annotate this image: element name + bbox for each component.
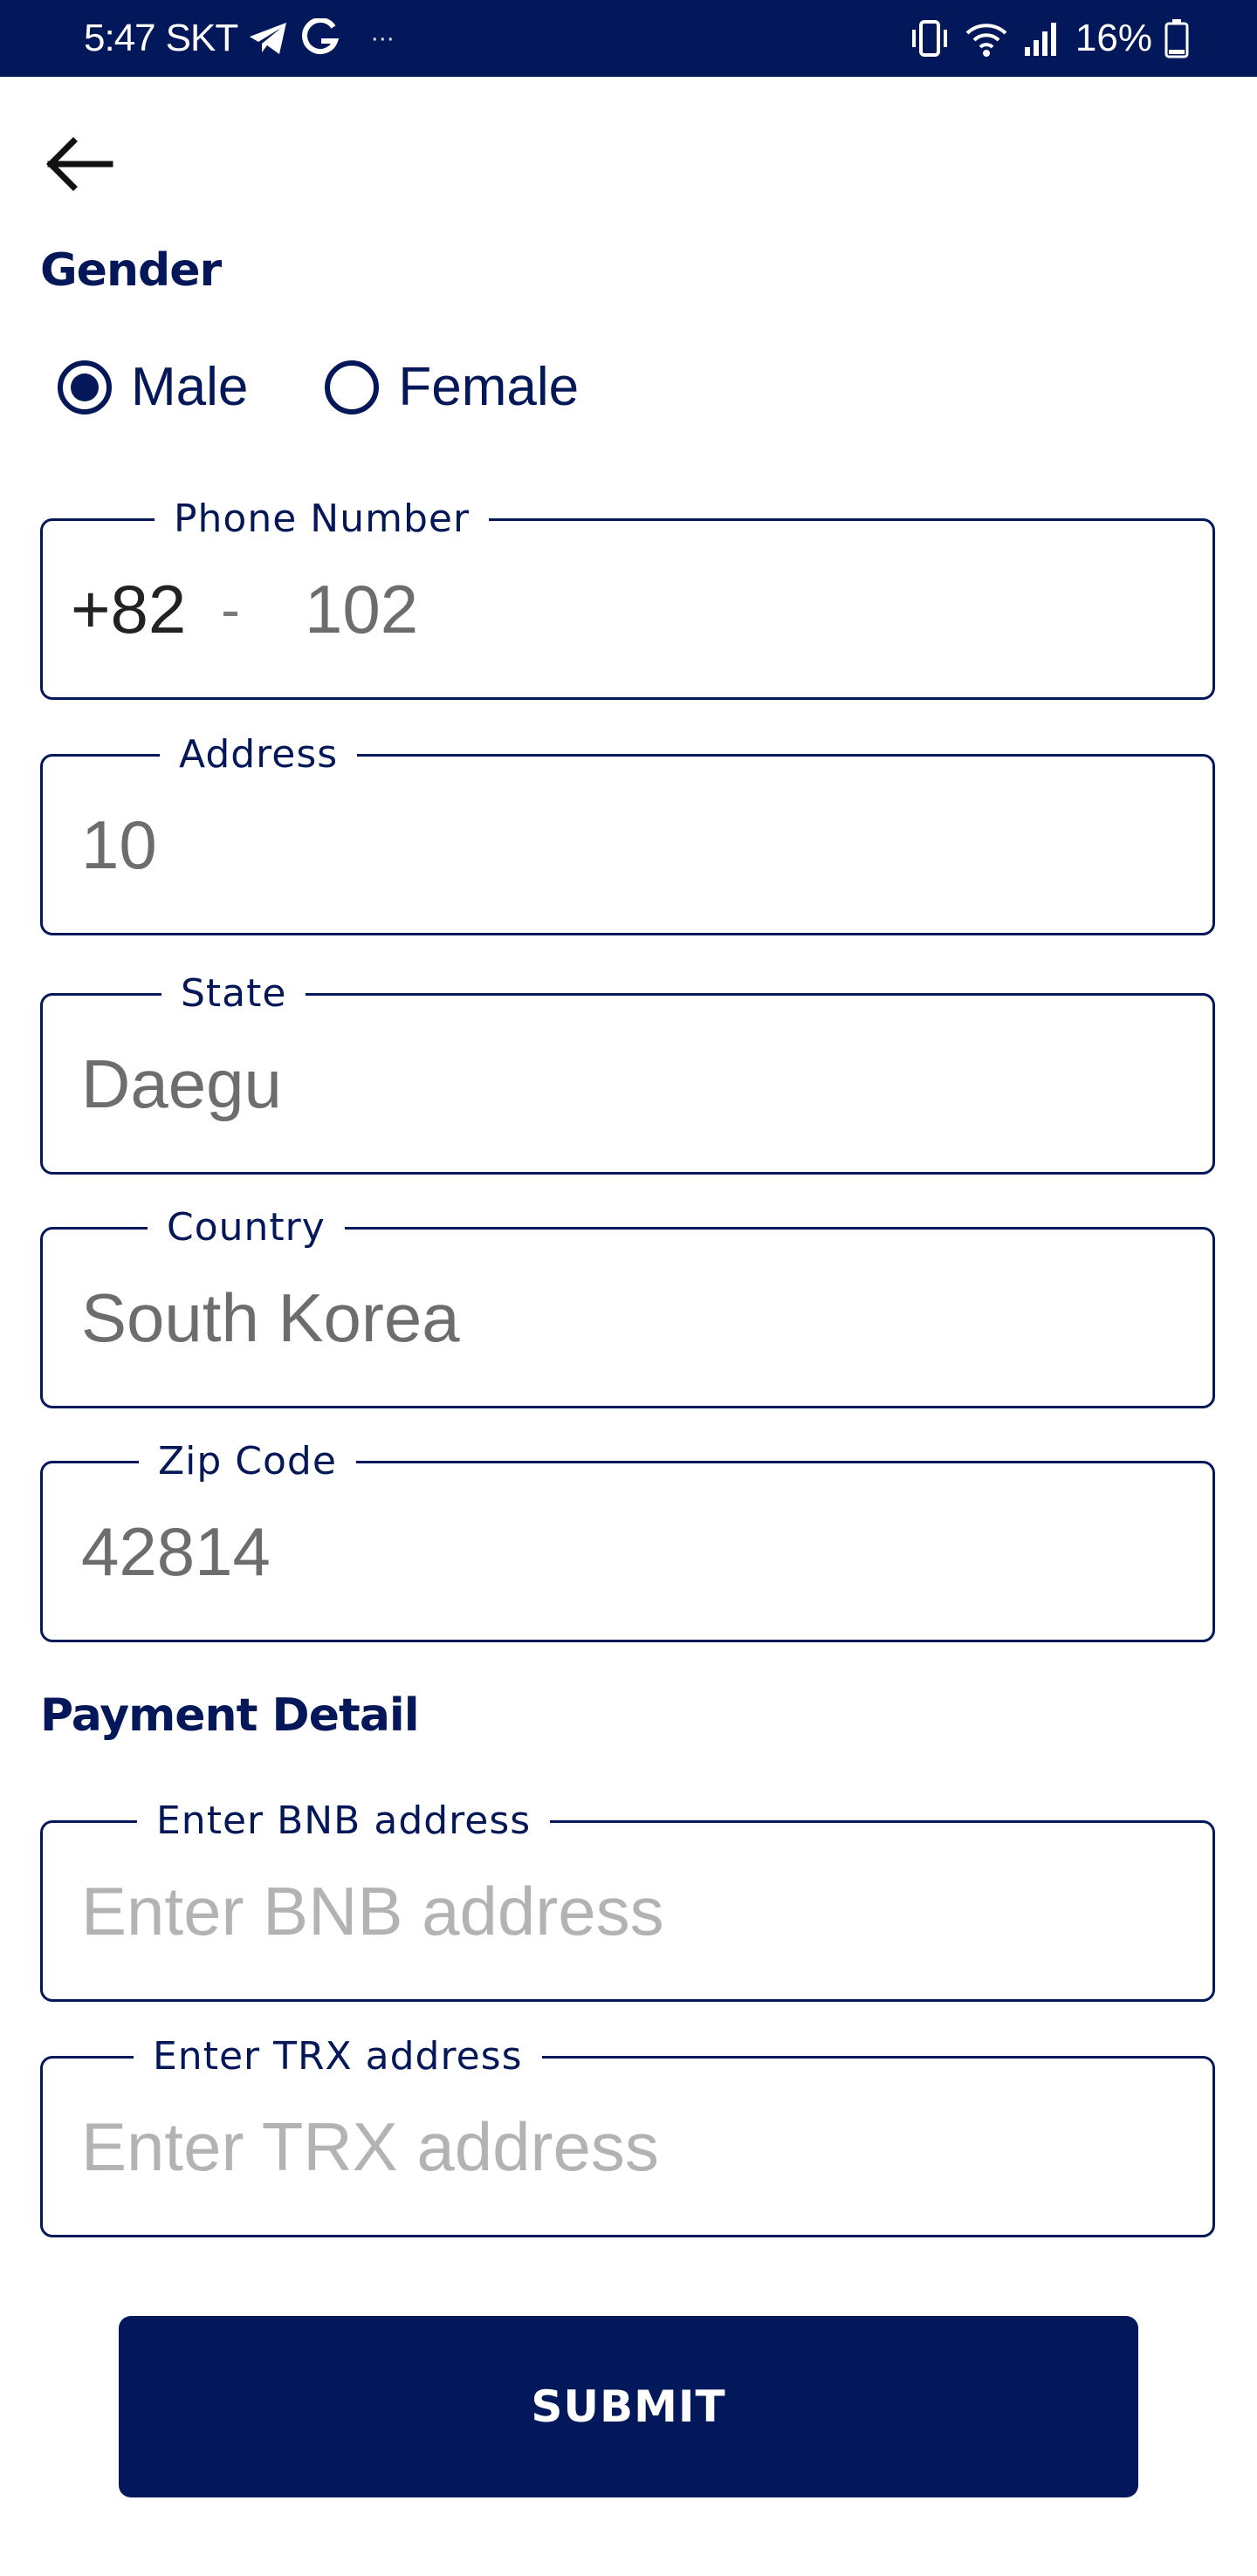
phone-number-value[interactable]: 102 [305, 521, 418, 697]
phone-separator: - [221, 577, 240, 641]
status-right: 16% [908, 0, 1189, 77]
back-button[interactable] [40, 129, 117, 199]
address-label: Address [160, 734, 358, 776]
bnb-address-field[interactable]: Enter BNB address [40, 1800, 1215, 2002]
status-carrier: SKT [165, 17, 239, 59]
gender-option-male[interactable]: Male [58, 356, 248, 418]
trx-address-field[interactable]: Enter TRX address [40, 2036, 1215, 2237]
address-field[interactable]: Address 10 [40, 734, 1215, 935]
zip-code-value[interactable]: 42814 [81, 1463, 271, 1640]
trx-address-input[interactable] [81, 2059, 1172, 2235]
signal-icon [1021, 19, 1063, 58]
bnb-address-input[interactable] [81, 1823, 1172, 1999]
zip-code-field[interactable]: Zip Code 42814 [40, 1441, 1215, 1642]
battery-percent: 16% [1075, 17, 1152, 59]
google-icon [299, 18, 342, 58]
submit-button[interactable]: SUBMIT [119, 2316, 1138, 2497]
arrow-left-icon [46, 137, 113, 191]
state-value[interactable]: Daegu [81, 996, 282, 1172]
status-bar: 5:47 SKT ··· 16% [0, 0, 1257, 77]
phone-country-code[interactable]: +82 [71, 521, 186, 697]
gender-title: Gender [40, 244, 222, 297]
telegram-icon [248, 21, 288, 56]
gender-radio-group: Male Female [58, 356, 656, 418]
status-time: 5:47 [84, 17, 156, 59]
vibrate-icon [908, 19, 951, 58]
status-more: ··· [370, 24, 395, 52]
radio-unchecked-icon[interactable] [325, 360, 380, 414]
battery-icon [1164, 18, 1189, 58]
payment-detail-title: Payment Detail [40, 1689, 420, 1742]
gender-option-female[interactable]: Female [325, 356, 579, 418]
radio-checked-icon[interactable] [58, 360, 112, 414]
state-field[interactable]: State Daegu [40, 973, 1215, 1175]
country-value[interactable]: South Korea [81, 1230, 460, 1406]
status-left: 5:47 SKT ··· [84, 0, 395, 77]
phone-number-field[interactable]: Phone Number +82 - 102 [40, 498, 1215, 700]
gender-option-label: Female [398, 357, 580, 417]
address-value[interactable]: 10 [81, 757, 157, 933]
gender-option-label: Male [131, 357, 249, 417]
wifi-icon [964, 19, 1009, 58]
country-field[interactable]: Country South Korea [40, 1207, 1215, 1408]
